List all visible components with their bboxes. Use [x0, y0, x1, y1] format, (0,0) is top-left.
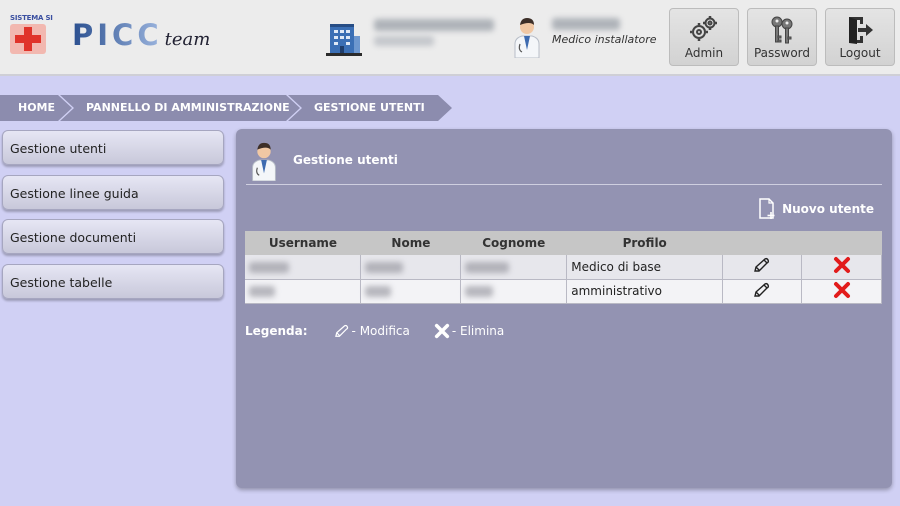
breadcrumb-admin-panel[interactable]: PANNELLO DI AMMINISTRAZIONE: [60, 95, 300, 121]
brand-name: PICC: [72, 18, 163, 52]
sidebar-item-gestione-linee-guida[interactable]: Gestione linee guida: [2, 174, 224, 210]
sidebar-item-gestione-tabelle[interactable]: Gestione tabelle: [2, 263, 224, 299]
user-management-panel: Gestione utenti Nuovo utente Username No…: [236, 129, 892, 488]
hospital-name-redacted: [374, 19, 494, 31]
password-label: Password: [753, 46, 811, 60]
top-header: SISTEMA SI PICC team Medico installatore: [0, 0, 900, 76]
user-name-redacted: [552, 18, 620, 30]
breadcrumb: HOME PANNELLO DI AMMINISTRAZIONE GESTION…: [0, 95, 452, 121]
picc-team-logo: PICC team: [72, 18, 210, 58]
new-user-label: Nuovo utente: [782, 202, 874, 216]
delete-x-icon: [833, 257, 850, 274]
doctor-avatar-icon: [514, 18, 540, 58]
legend-delete-label: - Elimina: [451, 324, 505, 338]
table-row: Medico di base: [245, 255, 882, 280]
logout-label: Logout: [839, 46, 881, 60]
table-row: amministrativo: [245, 279, 882, 304]
legend: Legenda: - Modifica - Elimina: [245, 323, 528, 339]
sidebar-menu: Gestione utenti Gestione linee guida Ges…: [2, 130, 224, 308]
cell-nome-redacted: [360, 279, 462, 304]
brand-suffix: team: [164, 29, 211, 50]
column-header-cognome: Cognome: [460, 231, 567, 255]
cell-profilo: amministrativo: [566, 279, 724, 304]
column-header-edit: [722, 231, 802, 255]
password-button[interactable]: Password: [747, 8, 817, 66]
admin-label: Admin: [684, 46, 724, 60]
pencil-edit-icon: [754, 258, 770, 272]
logout-icon: [849, 17, 873, 44]
logout-button[interactable]: Logout: [825, 8, 895, 66]
doctor-avatar-icon: [252, 142, 276, 181]
breadcrumb-home[interactable]: HOME: [0, 95, 72, 121]
user-role: Medico installatore: [552, 33, 657, 46]
cell-profilo: Medico di base: [566, 255, 724, 280]
new-user-button[interactable]: Nuovo utente: [758, 197, 874, 221]
delete-x-icon: [833, 281, 850, 298]
table-header-row: Username Nome Cognome Profilo: [245, 231, 882, 255]
sistema-logo-text: SISTEMA SI: [10, 14, 53, 22]
delete-user-button[interactable]: [801, 279, 882, 304]
sidebar-item-gestione-documenti[interactable]: Gestione documenti: [2, 219, 224, 254]
cell-username-redacted: [245, 279, 362, 304]
hospital-ward-redacted: [374, 36, 434, 46]
column-header-profilo: Profilo: [566, 231, 723, 255]
admin-button[interactable]: Admin: [669, 8, 739, 66]
cell-cognome-redacted: [460, 279, 568, 304]
hospital-building-icon: [326, 24, 362, 56]
panel-title: Gestione utenti: [293, 153, 398, 167]
pencil-edit-icon: [334, 324, 348, 337]
cell-nome-redacted: [360, 255, 462, 280]
column-header-nome: Nome: [360, 231, 461, 255]
pencil-edit-icon: [754, 282, 770, 297]
new-document-icon: [759, 198, 775, 219]
breadcrumb-user-management: GESTIONE UTENTI: [288, 95, 452, 121]
red-cross-icon: [10, 24, 46, 54]
keys-icon: [771, 16, 793, 44]
legend-title: Legenda:: [245, 324, 308, 338]
sidebar-item-gestione-utenti[interactable]: Gestione utenti: [2, 130, 224, 165]
edit-user-button[interactable]: [722, 255, 803, 280]
legend-edit-label: - Modifica: [351, 324, 410, 338]
column-header-username: Username: [245, 231, 361, 255]
panel-header: Gestione utenti: [246, 139, 882, 185]
legend-edit: - Modifica: [334, 324, 410, 338]
cell-username-redacted: [245, 255, 362, 280]
users-table: Username Nome Cognome Profilo Medico di …: [245, 231, 882, 304]
cell-cognome-redacted: [460, 255, 568, 280]
legend-delete: - Elimina: [434, 323, 504, 339]
gears-icon: [690, 16, 717, 41]
edit-user-button[interactable]: [722, 279, 803, 304]
sistema-logo: SISTEMA SI: [8, 14, 53, 56]
column-header-delete: [801, 231, 882, 255]
delete-x-icon: [434, 323, 449, 339]
delete-user-button[interactable]: [801, 255, 882, 280]
